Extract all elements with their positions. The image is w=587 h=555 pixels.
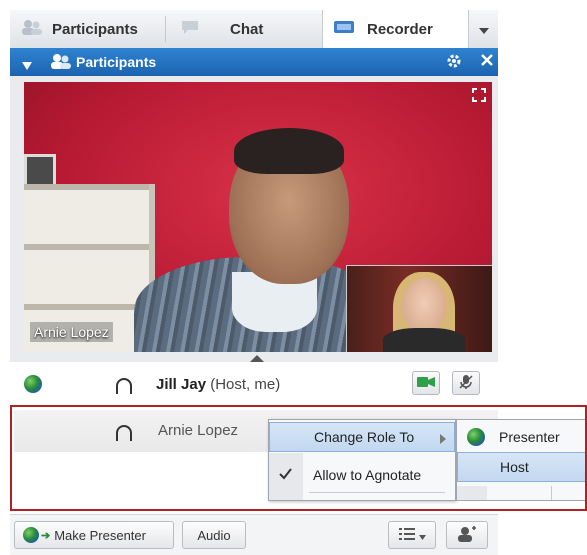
collapse-arrow-icon[interactable] <box>22 57 32 73</box>
arrow-icon: ➔ <box>41 529 51 542</box>
tab-participants-label: Participants <box>52 20 138 38</box>
add-user-icon <box>457 525 477 545</box>
chevron-down-icon <box>478 22 489 37</box>
list-icon <box>398 527 415 544</box>
participant-role: (Host, me) <box>210 376 281 393</box>
participants-panel-header: Participants <box>10 48 498 76</box>
participant-name: Jill Jay <box>156 376 207 393</box>
globe-icon <box>23 527 39 543</box>
participants-icon <box>50 53 72 72</box>
picture-frame <box>24 154 56 188</box>
video-feed: Arnie Lopez <box>24 82 492 352</box>
video-camera-icon <box>417 376 435 391</box>
make-presenter-button[interactable]: ➔ Make Presenter <box>14 521 174 549</box>
gear-icon[interactable] <box>446 53 462 72</box>
tab-recorder[interactable]: Recorder <box>322 10 469 48</box>
mute-button[interactable] <box>452 371 480 395</box>
chat-icon <box>180 19 200 39</box>
panel-tab-bar: Participants Chat Recorder <box>10 10 498 49</box>
tabs-overflow-dropdown[interactable] <box>469 10 498 48</box>
panel-title: Participants <box>76 54 157 70</box>
tab-chat-label: Chat <box>230 20 264 38</box>
tab-participants[interactable]: Participants <box>10 10 165 48</box>
speaker-name-overlay: Arnie Lopez <box>30 322 113 342</box>
highlight-annotation-box <box>10 405 587 511</box>
microphone-muted-icon <box>458 374 474 393</box>
camera-button[interactable] <box>412 371 440 395</box>
participant-name-line: Jill Jay (Host, me) <box>156 376 280 393</box>
tab-recorder-label: Recorder <box>367 20 433 38</box>
add-participant-button[interactable] <box>446 521 488 549</box>
participants-tab-icon <box>20 19 44 39</box>
participant-row-jill[interactable]: Jill Jay (Host, me) <box>10 362 498 406</box>
fullscreen-icon[interactable] <box>472 88 486 105</box>
headset-icon <box>116 378 132 394</box>
audio-label: Audio <box>197 527 231 543</box>
recorder-icon <box>333 19 355 39</box>
self-view-thumbnail[interactable] <box>346 265 492 352</box>
list-options-button[interactable] <box>388 521 436 549</box>
globe-icon <box>24 375 42 393</box>
chevron-down-icon <box>418 528 426 543</box>
make-presenter-label: Make Presenter <box>54 527 146 543</box>
audio-button[interactable]: Audio <box>182 521 246 549</box>
participants-toolbar: ➔ Make Presenter Audio <box>10 514 498 555</box>
tab-chat[interactable]: Chat <box>170 10 320 48</box>
close-icon[interactable] <box>480 53 494 70</box>
